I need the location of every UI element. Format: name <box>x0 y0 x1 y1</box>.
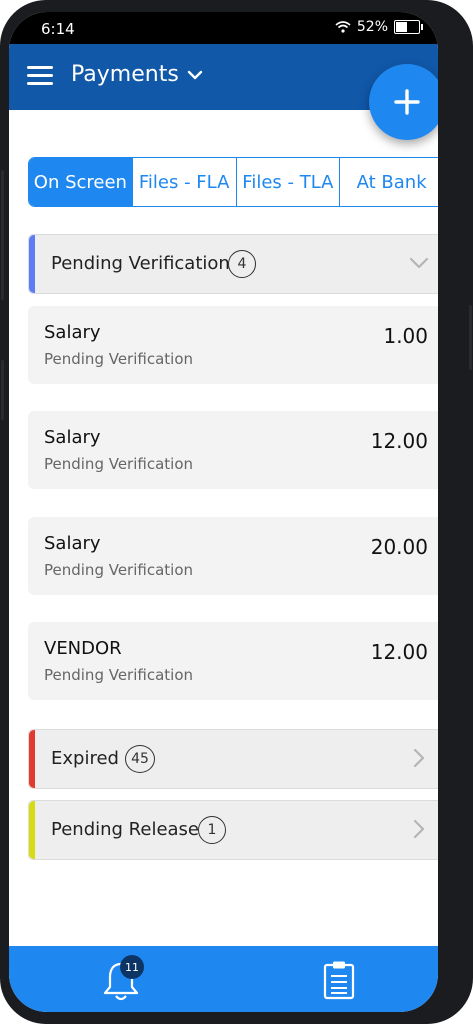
section-label: Pending Release <box>51 819 200 840</box>
payment-status: Pending Verification <box>44 666 194 684</box>
chevron-down-icon <box>187 70 202 79</box>
payment-status: Pending Verification <box>44 561 194 579</box>
app-screen: 6:14 52% Payments On Screen Files - FLA … <box>9 12 438 1012</box>
status-bar: 6:14 52% <box>9 12 438 44</box>
section-label: Pending Verification <box>51 253 230 274</box>
payment-amount: 1.00 <box>383 324 428 348</box>
battery-icon <box>394 20 423 34</box>
section-accent-bar <box>29 730 35 788</box>
payment-tabs: On Screen Files - FLA Files - TLA At Ban… <box>28 157 438 207</box>
payment-type: Salary <box>44 533 101 554</box>
phone-side-button <box>1 360 4 420</box>
payment-amount: 12.00 <box>370 429 428 453</box>
section-pending-verification[interactable]: Pending Verification 4 <box>28 234 438 294</box>
chevron-right-icon <box>413 819 425 839</box>
payment-status: Pending Verification <box>44 455 194 473</box>
add-payment-button[interactable] <box>369 64 438 140</box>
plus-icon <box>394 89 420 115</box>
payment-amount: 20.00 <box>370 535 428 559</box>
payment-item[interactable]: VENDOR Pending Verification 12.00 <box>28 622 438 700</box>
section-accent-bar <box>29 235 35 293</box>
wifi-icon <box>335 21 351 33</box>
payment-type: VENDOR <box>44 638 122 659</box>
payment-item[interactable]: Salary Pending Verification 12.00 <box>28 411 438 489</box>
page-title: Payments <box>71 62 179 87</box>
payment-item[interactable]: Salary Pending Verification 1.00 <box>28 306 438 384</box>
clipboard-icon[interactable] <box>323 960 355 1000</box>
phone-side-button <box>469 305 472 370</box>
status-indicators: 52% <box>335 19 423 35</box>
tab-files-fla[interactable]: Files - FLA <box>131 158 236 206</box>
count-badge: 1 <box>198 816 226 844</box>
battery-percent: 52% <box>356 19 388 35</box>
tab-at-bank[interactable]: At Bank <box>339 158 438 206</box>
payment-item[interactable]: Salary Pending Verification 20.00 <box>28 517 438 595</box>
chevron-right-icon <box>413 748 425 768</box>
tab-files-tla[interactable]: Files - TLA <box>235 158 340 206</box>
payment-type: Salary <box>44 322 101 343</box>
section-accent-bar <box>29 801 35 859</box>
status-time: 6:14 <box>41 20 75 38</box>
count-badge: 45 <box>125 745 155 773</box>
payment-status: Pending Verification <box>44 350 194 368</box>
count-badge: 4 <box>228 250 256 278</box>
payment-amount: 12.00 <box>370 640 428 664</box>
phone-side-button <box>1 170 4 300</box>
section-label: Expired <box>51 748 119 769</box>
bottom-nav: 11 <box>9 946 438 1012</box>
page-title-dropdown[interactable]: Payments <box>71 62 203 87</box>
tab-on-screen[interactable]: On Screen <box>29 158 132 206</box>
payment-type: Salary <box>44 427 101 448</box>
notification-badge: 11 <box>120 955 144 979</box>
chevron-down-icon <box>409 257 429 269</box>
section-expired[interactable]: Expired 45 <box>28 729 438 789</box>
phone-frame: 6:14 52% Payments On Screen Files - FLA … <box>0 0 473 1024</box>
hamburger-menu-icon[interactable] <box>27 66 53 86</box>
section-pending-release[interactable]: Pending Release 1 <box>28 800 438 860</box>
